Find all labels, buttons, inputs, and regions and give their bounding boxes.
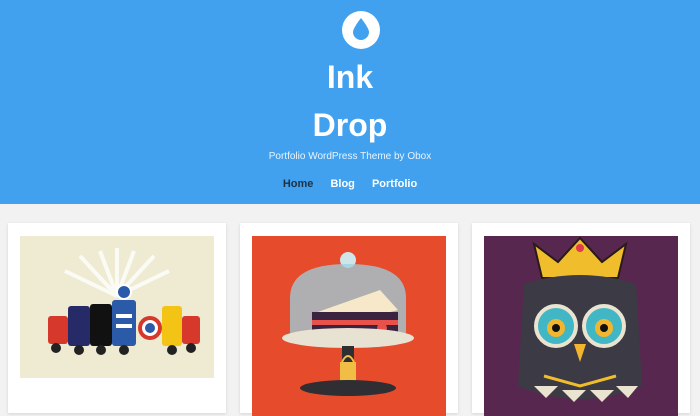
nav-item-portfolio[interactable]: Portfolio [372, 177, 417, 191]
site-tagline: Portfolio WordPress Theme by Obox [268, 151, 432, 162]
portfolio-card-owl[interactable] [472, 223, 690, 416]
nav-item-home[interactable]: Home [283, 177, 314, 191]
portfolio-card-cake[interactable] [240, 223, 458, 416]
nav-item-blog[interactable]: Blog [330, 177, 354, 191]
portfolio-card-scooters[interactable] [8, 223, 226, 413]
site-title-line-2[interactable]: Drop [0, 105, 700, 145]
owl-illustration[interactable] [484, 236, 678, 416]
water-drop-icon [353, 18, 369, 40]
cake-illustration[interactable] [252, 236, 446, 416]
site-title-line-1[interactable]: Ink [0, 57, 700, 97]
site-logo[interactable] [342, 11, 380, 49]
main-nav: Home Blog Portfolio [0, 177, 700, 191]
site-header: Ink Drop Portfolio WordPress Theme by Ob… [0, 0, 700, 204]
scooters-illustration[interactable] [20, 236, 214, 378]
